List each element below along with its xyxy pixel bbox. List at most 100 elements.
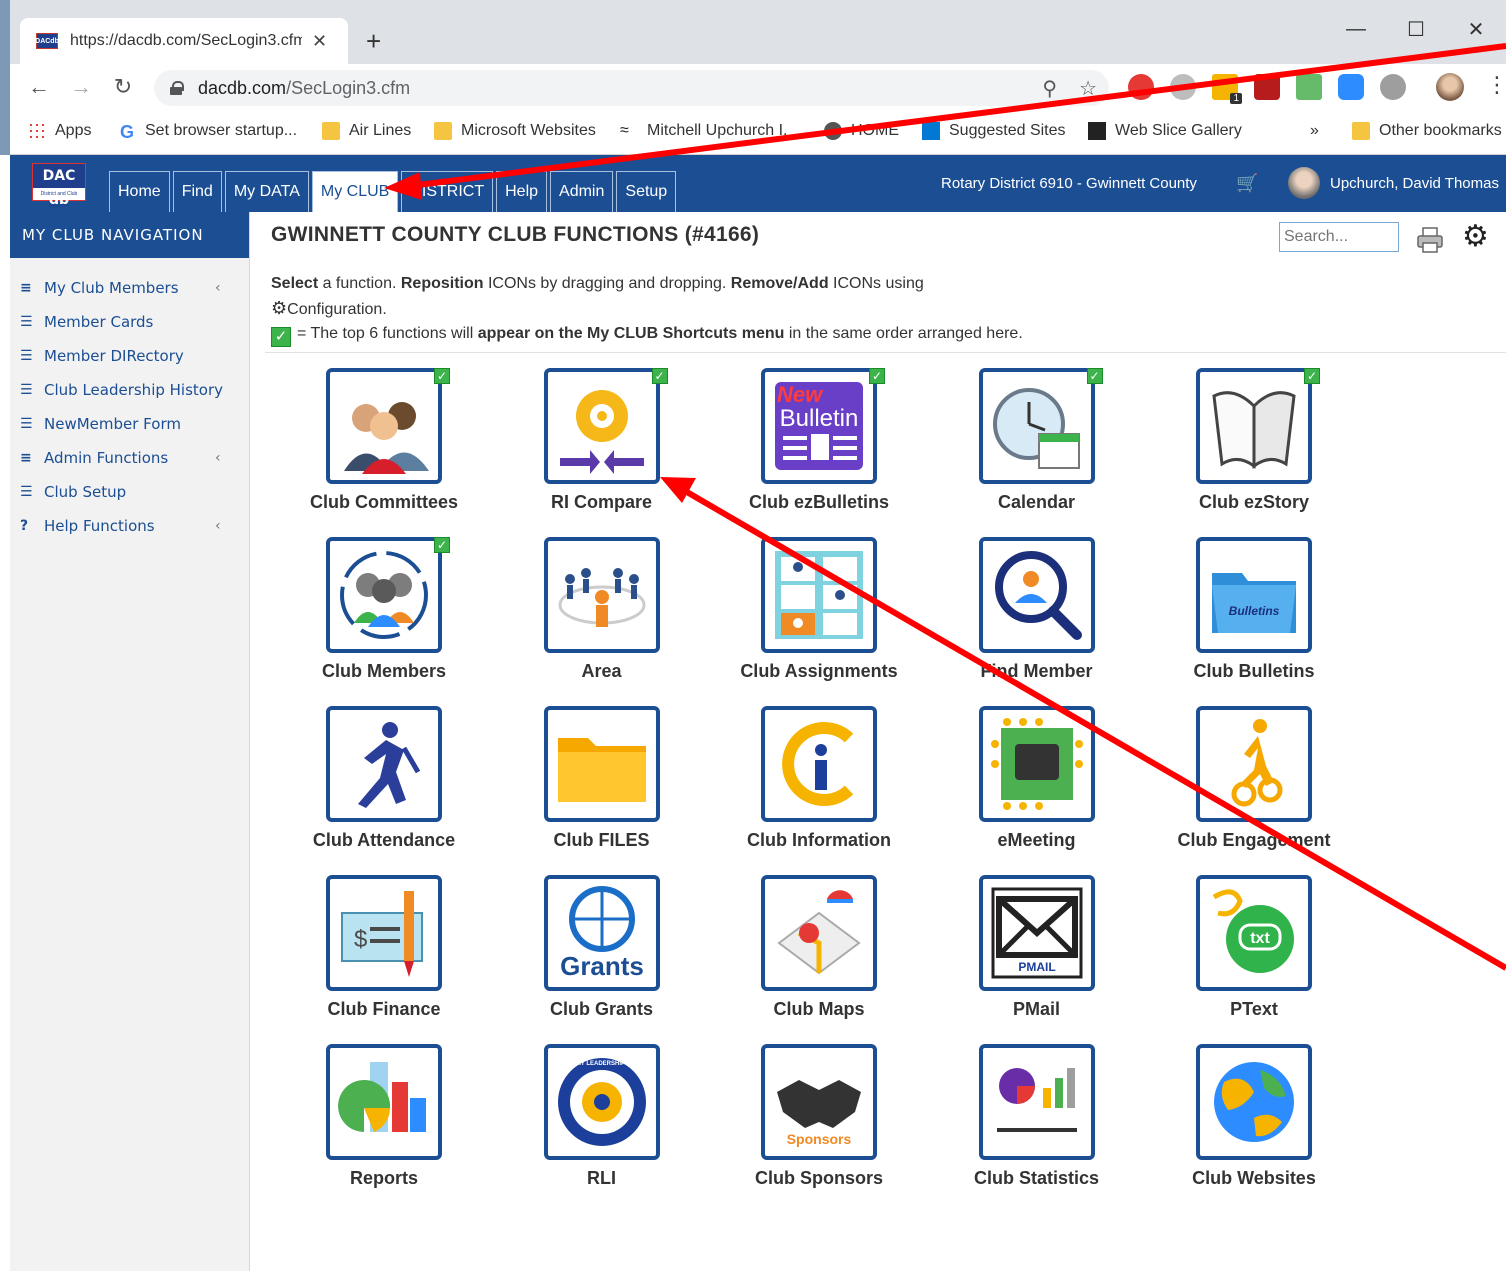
- extension-icon[interactable]: [1170, 74, 1196, 100]
- tile-label[interactable]: Club Statistics: [925, 1168, 1149, 1189]
- tile-label[interactable]: RI Compare: [490, 492, 714, 513]
- district-selector[interactable]: Rotary District 6910 - Gwinnett County: [941, 175, 1197, 192]
- function-tile-area[interactable]: Area: [490, 537, 710, 697]
- tile-label[interactable]: Find Member: [925, 661, 1149, 682]
- function-tile-club-sponsors[interactable]: Sponsors Club Sponsors: [707, 1044, 927, 1204]
- club-files-icon[interactable]: [543, 706, 660, 822]
- printer-icon[interactable]: [1416, 226, 1444, 254]
- function-tile-club-grants[interactable]: Grants Club Grants: [490, 875, 710, 1035]
- function-tile-pmail[interactable]: PMAIL PMail: [925, 875, 1145, 1035]
- maximize-icon[interactable]: ☐: [1386, 14, 1446, 44]
- function-tile-club-committees[interactable]: ✓ Club Committees: [272, 368, 492, 528]
- function-tile-club-statistics[interactable]: Club Statistics: [925, 1044, 1145, 1204]
- tile-label[interactable]: Club Grants: [490, 999, 714, 1020]
- bookmark-other[interactable]: Other bookmarks: [1352, 122, 1502, 140]
- sidebar-item-member-cards[interactable]: ☰ Member Cards: [10, 305, 249, 339]
- tile-label[interactable]: Club Assignments: [707, 661, 931, 682]
- bookmark-air-lines[interactable]: Air Lines: [322, 122, 411, 140]
- function-tile-ri-compare[interactable]: ✓ RI Compare: [490, 368, 710, 528]
- tile-label[interactable]: Reports: [272, 1168, 496, 1189]
- function-tile-club-finance[interactable]: $ Club Finance: [272, 875, 492, 1035]
- club-bulletins-icon[interactable]: Bulletins: [1196, 537, 1312, 653]
- bookmark-suggested-sites[interactable]: Suggested Sites: [922, 122, 1066, 140]
- nav-find[interactable]: Find: [172, 171, 222, 212]
- bookmark-startup[interactable]: G Set browser startup...: [118, 122, 297, 142]
- sidebar-item-club-leadership-history[interactable]: ☰ Club Leadership History: [10, 373, 249, 407]
- function-tile-club-websites[interactable]: Club Websites: [1142, 1044, 1362, 1204]
- club-members-icon[interactable]: [326, 537, 442, 653]
- chevron-left-icon[interactable]: ‹: [215, 280, 221, 296]
- dacdb-logo[interactable]: DAC db District and Club database: [32, 163, 86, 209]
- function-tile-club-bulletins[interactable]: Bulletins Club Bulletins: [1142, 537, 1362, 697]
- ri-compare-icon[interactable]: [543, 368, 660, 484]
- sidebar-item-help-functions[interactable]: ? Help Functions ‹: [10, 509, 249, 543]
- find-member-icon[interactable]: [978, 537, 1095, 653]
- club-ezstory-icon[interactable]: [1196, 368, 1312, 484]
- bookmark-microsoft[interactable]: Microsoft Websites: [434, 122, 596, 140]
- zoom-extension-icon[interactable]: [1338, 74, 1364, 100]
- cart-icon[interactable]: 🛒: [1236, 173, 1258, 194]
- tile-label[interactable]: Club Information: [707, 830, 931, 851]
- function-tile-club-attendance[interactable]: Club Attendance: [272, 706, 492, 866]
- function-tile-find-member[interactable]: Find Member: [925, 537, 1145, 697]
- browser-tab[interactable]: DACdb https://dacdb.com/SecLogin3.cfm ✕: [20, 18, 348, 64]
- tile-label[interactable]: Club ezBulletins: [707, 492, 931, 513]
- tile-label[interactable]: Club Engagement: [1142, 830, 1366, 851]
- club-committees-icon[interactable]: [326, 368, 442, 484]
- window-close-icon[interactable]: ✕: [1446, 14, 1506, 44]
- function-tile-calendar[interactable]: ✓ Calendar: [925, 368, 1145, 528]
- club-finance-icon[interactable]: $: [326, 875, 442, 991]
- tile-label[interactable]: Club Committees: [272, 492, 496, 513]
- club-attendance-icon[interactable]: [326, 706, 442, 822]
- function-tile-club-members[interactable]: ✓ Club Members: [272, 537, 492, 697]
- chart-extension-icon[interactable]: [1296, 74, 1322, 100]
- function-tile-ptext[interactable]: txt PText: [1142, 875, 1362, 1035]
- zoom-icon[interactable]: ⚲: [1042, 76, 1057, 101]
- user-avatar[interactable]: [1288, 167, 1320, 199]
- gear-icon[interactable]: ⚙: [1462, 222, 1489, 252]
- tile-label[interactable]: Club Attendance: [272, 830, 496, 851]
- tile-label[interactable]: Area: [490, 661, 714, 682]
- nav-home[interactable]: Home: [109, 171, 170, 212]
- function-tile-rli[interactable]: THE ROTARY LEADERSHIP INSTITUTERLI: [490, 1044, 710, 1204]
- calendar-icon[interactable]: [978, 368, 1095, 484]
- club-statistics-icon[interactable]: [978, 1044, 1095, 1160]
- search-input[interactable]: [1279, 222, 1399, 252]
- nav-help[interactable]: Help: [496, 171, 548, 212]
- new-tab-plus-icon[interactable]: +: [366, 26, 381, 56]
- area-icon[interactable]: [543, 537, 660, 653]
- tile-label[interactable]: Club FILES: [490, 830, 714, 851]
- reports-icon[interactable]: [326, 1044, 442, 1160]
- nav-setup[interactable]: Setup: [616, 171, 677, 212]
- tile-label[interactable]: PText: [1142, 999, 1366, 1020]
- ptext-icon[interactable]: txt: [1196, 875, 1312, 991]
- back-arrow-icon[interactable]: ←: [24, 74, 54, 100]
- bookmark-home[interactable]: HOME: [824, 122, 899, 140]
- bookmark-apps[interactable]: Apps: [28, 122, 91, 140]
- club-maps-icon[interactable]: [761, 875, 877, 991]
- function-tile-club-maps[interactable]: Club Maps: [707, 875, 927, 1035]
- tile-label[interactable]: Club Finance: [272, 999, 496, 1020]
- profile-avatar[interactable]: [1436, 73, 1464, 101]
- sidebar-item-club-setup[interactable]: ☰ Club Setup: [10, 475, 249, 509]
- sidebar-item-newmember-form[interactable]: ☰ NewMember Form: [10, 407, 249, 441]
- club-ezbulletins-icon[interactable]: New Bulletin: [761, 368, 877, 484]
- address-bar[interactable]: dacdb.com/SecLogin3.cfm ⚲ ☆: [154, 70, 1109, 106]
- adblock-extension-icon[interactable]: [1128, 74, 1154, 100]
- club-grants-icon[interactable]: Grants: [543, 875, 660, 991]
- tile-label[interactable]: RLI: [490, 1168, 714, 1189]
- more-menu-icon[interactable]: ⋮: [1486, 72, 1506, 98]
- function-tile-club-information[interactable]: Club Information: [707, 706, 927, 866]
- function-tile-club-ezstory[interactable]: ✓ Club ezStory: [1142, 368, 1362, 528]
- function-tile-emeeting[interactable]: eMeeting: [925, 706, 1145, 866]
- sidebar-item-my-club-members[interactable]: ≡ My Club Members ‹: [10, 271, 249, 305]
- tile-label[interactable]: Calendar: [925, 492, 1149, 513]
- bookmark-star-icon[interactable]: ☆: [1079, 76, 1097, 101]
- nav-my-club[interactable]: My CLUB: [311, 171, 399, 212]
- function-tile-club-files[interactable]: Club FILES: [490, 706, 710, 866]
- club-websites-icon[interactable]: [1196, 1044, 1312, 1160]
- bookmarks-overflow[interactable]: »: [1310, 122, 1319, 140]
- ublock-extension-icon[interactable]: [1254, 74, 1280, 100]
- nav-my-data[interactable]: My DATA: [224, 171, 309, 212]
- function-tile-club-assignments[interactable]: Club Assignments: [707, 537, 927, 697]
